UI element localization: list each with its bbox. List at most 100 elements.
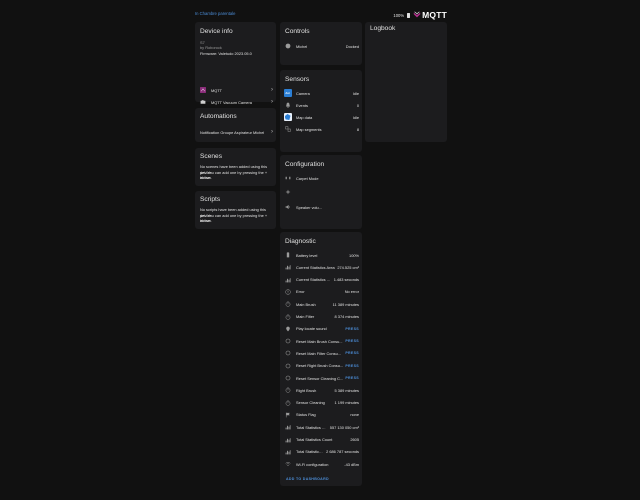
diagnostic-row[interactable]: Status Flag none <box>283 410 359 420</box>
diagnostic-label: Reset Main Brush Consu... <box>296 338 343 344</box>
control-label: Michel <box>296 43 308 49</box>
sensor-row-map-segments[interactable]: Map segments 8 <box>283 124 359 134</box>
diagnostic-row[interactable]: Error No error <box>283 287 359 297</box>
diagnostic-row[interactable]: Reset Main Filter Consu... PRESS <box>283 348 359 358</box>
chart-icon <box>283 447 292 456</box>
device-link-camera[interactable]: MQTT Vacuum Camera › <box>198 97 273 107</box>
mqtt-logo: MQTT <box>413 10 447 20</box>
sensor-row-camera[interactable]: Aut Camera Idle <box>283 88 359 98</box>
diagnostic-row[interactable]: Sensor Cleaning 1 199 minutes <box>283 398 359 408</box>
diagnostic-card: Diagnostic Battery level 100% Current Stat… <box>280 232 362 486</box>
top-bar: In Chambre parentale 100% MQTT <box>195 8 447 22</box>
diagnostic-label: Wi-Fi configuration <box>296 461 329 467</box>
sensor-value: Idle <box>352 90 359 96</box>
diagnostic-row[interactable]: Total Statistics Count 2605 <box>283 435 359 445</box>
diagnostic-value: 1 199 minutes <box>334 400 359 406</box>
diagnostic-row[interactable]: Total Statistics Ar... 557 130 050 cm² <box>283 422 359 432</box>
automations-title: Automations <box>200 113 237 120</box>
reset-icon <box>283 374 292 383</box>
sensors-card: Sensors Aut Camera Idle Events 0 Map dat… <box>280 70 362 152</box>
diagnostic-row[interactable]: Play locate sound PRESS <box>283 324 359 334</box>
press-button[interactable]: PRESS <box>345 364 359 368</box>
press-button[interactable]: PRESS <box>345 339 359 343</box>
diagnostic-value: 8 374 minutes <box>334 314 359 319</box>
map-thumbnail-icon <box>283 113 292 122</box>
chart-icon <box>283 435 292 444</box>
diagnostic-label: Sensor Cleaning <box>296 400 325 406</box>
diagnostic-value: 1.483 seconds <box>333 277 359 283</box>
diagnostic-label: Reset Main Filter Consu... <box>296 350 341 356</box>
diagnostic-value: 2605 <box>350 437 359 442</box>
diagnostic-row[interactable]: Wi-Fi configuration -43 dBm <box>283 459 359 469</box>
sensors-title: Sensors <box>285 76 310 83</box>
breadcrumb[interactable]: In Chambre parentale <box>195 11 236 16</box>
diagnostic-row[interactable]: Current Statistics Ti... 1.483 seconds <box>283 275 359 285</box>
battery-icon <box>283 251 292 260</box>
config-row-speaker[interactable]: Speaker volu... <box>283 202 359 212</box>
logbook-title: Logbook <box>370 25 396 32</box>
diagnostic-row[interactable]: Current Statistics Area 274.525 cm² <box>283 262 359 272</box>
press-button[interactable]: PRESS <box>345 376 359 380</box>
device-info-card: Device info S7 by Roborock Firmware: Val… <box>195 22 276 105</box>
reset-icon <box>283 349 292 358</box>
diagnostic-value: 100% <box>349 252 359 258</box>
diagnostic-row[interactable]: Right Brush 5 389 minutes <box>283 385 359 395</box>
battery-icon <box>407 12 411 18</box>
sensor-label: Map segments <box>296 126 322 132</box>
control-value: Docked <box>345 43 359 49</box>
diagnostic-row[interactable]: Main Brush 11 389 minutes <box>283 299 359 309</box>
diagnostic-label: Total Statistics Count <box>296 437 333 442</box>
config-row-fan[interactable] <box>283 187 359 197</box>
diagnostic-row[interactable]: Reset Main Brush Consu... PRESS <box>283 336 359 346</box>
timer-icon <box>283 398 292 407</box>
chevron-right-icon: › <box>271 129 273 135</box>
diagnostic-value: 274.525 cm² <box>337 264 359 270</box>
press-button[interactable]: PRESS <box>345 327 359 331</box>
bell-icon <box>283 101 292 110</box>
flag-icon <box>283 410 292 419</box>
timer-icon <box>283 386 292 395</box>
diagnostic-row[interactable]: Reset Right Brush Consu... PRESS <box>283 361 359 371</box>
automations-card: Automations Notification Groupe Aspirate… <box>195 108 276 142</box>
press-button[interactable]: PRESS <box>345 351 359 355</box>
device-link-label: MQTT <box>211 87 223 93</box>
config-row-carpet[interactable]: Carpet Mode <box>283 173 359 183</box>
battery-percent: 100% <box>393 12 405 18</box>
device-link-mqtt[interactable]: MQTT › <box>198 85 273 95</box>
diagnostic-row[interactable]: Main Filter 8 374 minutes <box>283 312 359 322</box>
diagnostic-row[interactable]: Total Statistics ... 2 686 787 seconds <box>283 447 359 457</box>
chart-icon <box>283 275 292 284</box>
sensor-row-events[interactable]: Events 0 <box>283 100 359 110</box>
config-label: Speaker volu... <box>296 204 322 210</box>
sensor-row-map-data[interactable]: Map data Idle <box>283 112 359 122</box>
scripts-empty-line-3: above. <box>200 218 212 223</box>
status-area: 100% MQTT <box>393 10 447 20</box>
scripts-card: Scripts No scripts have been added using… <box>195 191 276 229</box>
controls-title: Controls <box>285 28 310 35</box>
scripts-title: Scripts <box>200 196 221 203</box>
alert-icon <box>283 287 292 296</box>
add-to-dashboard-button[interactable]: ADD TO DASHBOARD <box>286 477 329 481</box>
timer-icon <box>283 300 292 309</box>
wifi-icon <box>283 460 292 469</box>
reset-icon <box>283 337 292 346</box>
device-firmware: Firmware: Valetudo 2023.05.0 <box>200 51 252 56</box>
diagnostic-row[interactable]: Reset Sensor Cleaning C... PRESS <box>283 373 359 383</box>
automation-item[interactable]: Notification Groupe Aspirateur Michel › <box>195 127 273 137</box>
timer-icon <box>283 312 292 321</box>
logbook-card: Logbook <box>365 22 447 142</box>
device-link-label: MQTT Vacuum Camera <box>211 99 252 105</box>
speaker-icon <box>283 203 292 212</box>
reset-icon <box>283 361 292 370</box>
device-manufacturer: by Roborock <box>200 45 222 50</box>
chart-icon <box>283 263 292 272</box>
chevron-right-icon: › <box>271 99 273 105</box>
controls-card: Controls Michel Docked <box>280 22 362 65</box>
diagnostic-label: Total Statistics Ar... <box>296 424 328 430</box>
control-row[interactable]: Michel Docked <box>283 41 359 51</box>
diagnostic-label: Error <box>296 289 305 295</box>
diagnostic-value: No error <box>344 289 359 295</box>
diagnostic-row[interactable]: Battery level 100% <box>283 250 359 260</box>
location-icon <box>283 324 292 333</box>
diagnostic-label: Current Statistics Area <box>296 264 335 270</box>
